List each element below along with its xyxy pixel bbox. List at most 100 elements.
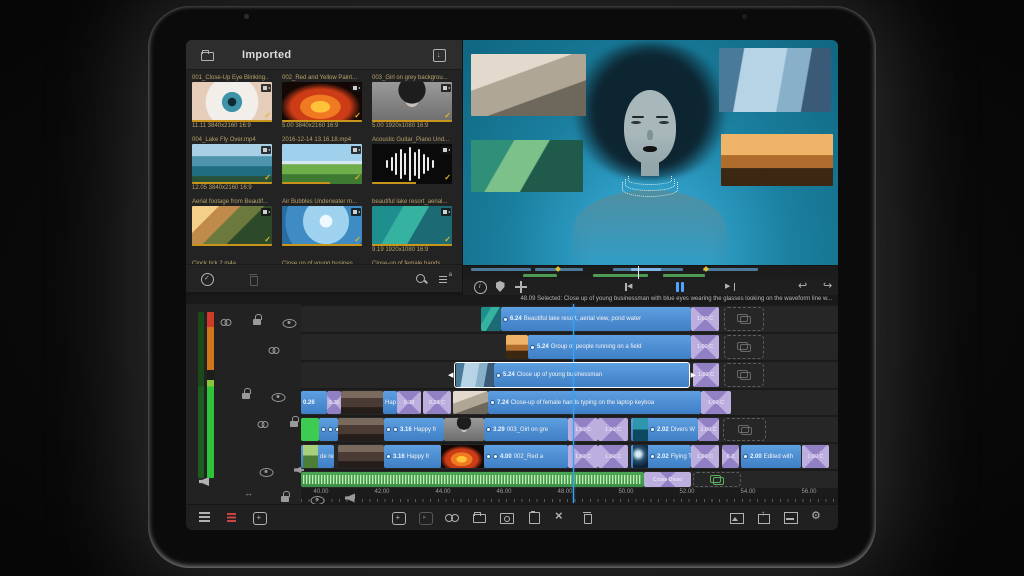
audio-waveform-clip[interactable] — [301, 472, 644, 487]
track-lock-icon[interactable] — [288, 416, 300, 428]
transition-clip[interactable]: 0.28 — [397, 391, 421, 414]
link-clips-icon[interactable] — [445, 510, 459, 524]
ghost-clip-slot[interactable] — [724, 363, 764, 387]
redo-button[interactable] — [823, 280, 837, 294]
transition-clip[interactable]: 1.00 C — [691, 335, 719, 359]
ghost-clip-slot[interactable] — [724, 307, 764, 331]
select-items-icon[interactable] — [200, 272, 214, 286]
preview-viewer[interactable] — [463, 40, 838, 265]
ghost-clip-slot[interactable] — [723, 418, 766, 441]
transition-clip[interactable]: 0.26 — [327, 391, 341, 414]
track-link-icon[interactable] — [258, 419, 269, 429]
open-project-icon[interactable] — [472, 510, 486, 524]
video-clip[interactable]: 5.24Group of people running on a field — [528, 335, 691, 359]
track-link-icon[interactable] — [221, 317, 232, 327]
export-media-icon[interactable] — [729, 510, 743, 524]
clip-thumbnail[interactable] — [341, 391, 383, 414]
ghost-clip-slot[interactable] — [724, 335, 764, 359]
clip-thumbnail[interactable] — [444, 418, 484, 441]
timeline-playhead[interactable] — [573, 304, 574, 503]
transition-clip[interactable]: Cross Disso — [644, 472, 691, 487]
clip-thumbnail[interactable] — [441, 445, 484, 468]
transition-clip[interactable]: 1.00 C — [693, 363, 719, 387]
ghost-clip-slot[interactable] — [693, 472, 741, 487]
track-link-icon[interactable] — [269, 345, 280, 355]
clip-thumbnail[interactable] — [453, 391, 488, 414]
track-lock-icon[interactable] — [279, 491, 291, 503]
timeline-ruler[interactable]: 40.0042.0044.0046.0048.0050.0052.0054.00… — [301, 488, 838, 503]
library-item[interactable]: 002_Red and Yellow Paint...✓5.00 3840x21… — [282, 74, 366, 130]
library-item[interactable]: Air Bubbles Underwater m...✓ — [282, 198, 366, 246]
library-item[interactable]: beautiful lake resort_aerial...✓9.19 192… — [372, 198, 456, 254]
video-clip[interactable]: 6.24Beautiful lake resort, aerial view, … — [501, 307, 691, 331]
clip-thumbnail[interactable] — [338, 418, 384, 441]
clip-thumbnail[interactable] — [506, 335, 528, 359]
transition-clip[interactable]: 1.00 C — [802, 445, 829, 468]
clip-thumbnail[interactable] — [338, 445, 384, 468]
video-clip[interactable]: 2.00Edited with — [741, 445, 801, 468]
import-icon[interactable] — [432, 48, 446, 62]
library-item[interactable]: Aerial footage from Beautif...✓ — [192, 198, 276, 246]
search-icon[interactable] — [414, 272, 428, 286]
video-clip[interactable]: 2.02Flying Th — [631, 445, 691, 468]
transition-clip[interactable]: 0.2 — [722, 445, 739, 468]
track-eye-icon[interactable] — [272, 391, 285, 401]
insert-clip-button[interactable] — [391, 510, 405, 524]
add-track-button[interactable] — [252, 510, 266, 524]
previous-frame-button[interactable] — [623, 280, 637, 294]
transition-clip[interactable]: 1.00 C — [698, 418, 719, 441]
video-clip[interactable]: de res — [301, 445, 334, 468]
video-clip[interactable]: 3.29003_Girl on gre — [484, 418, 568, 441]
solid-color-clip[interactable] — [301, 418, 319, 441]
transition-clip[interactable]: 1.00 C — [691, 307, 719, 331]
transition-clip[interactable]: 1.00 C — [598, 418, 628, 441]
track-lock-icon[interactable] — [240, 388, 252, 400]
clip-thumbnail[interactable] — [481, 307, 501, 331]
track-manager-icon[interactable] — [198, 510, 212, 524]
info-icon[interactable] — [473, 280, 487, 294]
delete-media-icon[interactable] — [246, 272, 260, 286]
library-item[interactable]: 004_Lake Fly Over.mp4✓12.05 3840x2160 16… — [192, 136, 276, 192]
paste-icon[interactable] — [526, 510, 540, 524]
main-track-icon[interactable] — [244, 488, 258, 502]
next-frame-button[interactable] — [723, 280, 737, 294]
video-clip[interactable]: 2.02Divers W — [631, 418, 698, 441]
shield-overlay-icon[interactable] — [493, 280, 507, 294]
video-clip[interactable] — [319, 418, 338, 441]
move-position-icon[interactable] — [514, 280, 528, 294]
video-clip[interactable]: 4.00002_Red a — [484, 445, 568, 468]
scrubber-playhead[interactable] — [638, 266, 639, 280]
overwrite-clip-button[interactable] — [418, 510, 432, 524]
video-clip[interactable]: 3.16Happy fr — [384, 445, 441, 468]
snapshot-icon[interactable] — [499, 510, 513, 524]
transition-clip[interactable]: 1.00 C — [701, 391, 731, 414]
video-clip[interactable]: 0.26 — [301, 391, 327, 414]
checked-icon: ✓ — [264, 112, 271, 120]
sort-icon[interactable] — [438, 272, 452, 286]
track-eye-icon[interactable] — [260, 466, 273, 476]
library-item[interactable]: 2016-12-14 13.16.18.mp4✓ — [282, 136, 366, 184]
audio-levels-icon[interactable] — [225, 510, 239, 524]
waveform-bar — [409, 147, 411, 181]
video-clip[interactable]: 3.16Happy fr — [384, 418, 444, 441]
track-eye-icon[interactable] — [283, 317, 296, 327]
track-lock-icon[interactable] — [251, 314, 263, 326]
project-layout-icon[interactable] — [783, 510, 797, 524]
delete-clip-icon[interactable] — [580, 510, 594, 524]
library-item[interactable]: Acoustic Guitar_Piano Und...✓ — [372, 136, 456, 184]
folder-icon[interactable] — [200, 48, 214, 62]
video-clip[interactable]: Hap — [383, 391, 397, 414]
preview-scrubber[interactable] — [463, 265, 838, 279]
library-item[interactable]: 001_Close-Up Eye Blinking..✓11.11 3840x2… — [192, 74, 276, 130]
transition-clip[interactable]: 1.00 C — [598, 445, 628, 468]
video-clip[interactable]: 7.24Close-up of female hands typing on t… — [488, 391, 701, 414]
library-item[interactable]: 003_Girl on grey backgrou...✓5.00 1920x1… — [372, 74, 456, 130]
share-button[interactable] — [756, 510, 770, 524]
pause-button[interactable] — [673, 280, 687, 294]
transition-clip[interactable]: 1.00 C — [691, 445, 719, 468]
transition-clip[interactable]: 0.28 C — [423, 391, 451, 414]
split-clip-icon[interactable] — [553, 510, 567, 524]
settings-gear-icon[interactable] — [810, 510, 824, 524]
undo-button[interactable] — [798, 280, 812, 294]
selected-clip-outline[interactable] — [454, 362, 690, 388]
